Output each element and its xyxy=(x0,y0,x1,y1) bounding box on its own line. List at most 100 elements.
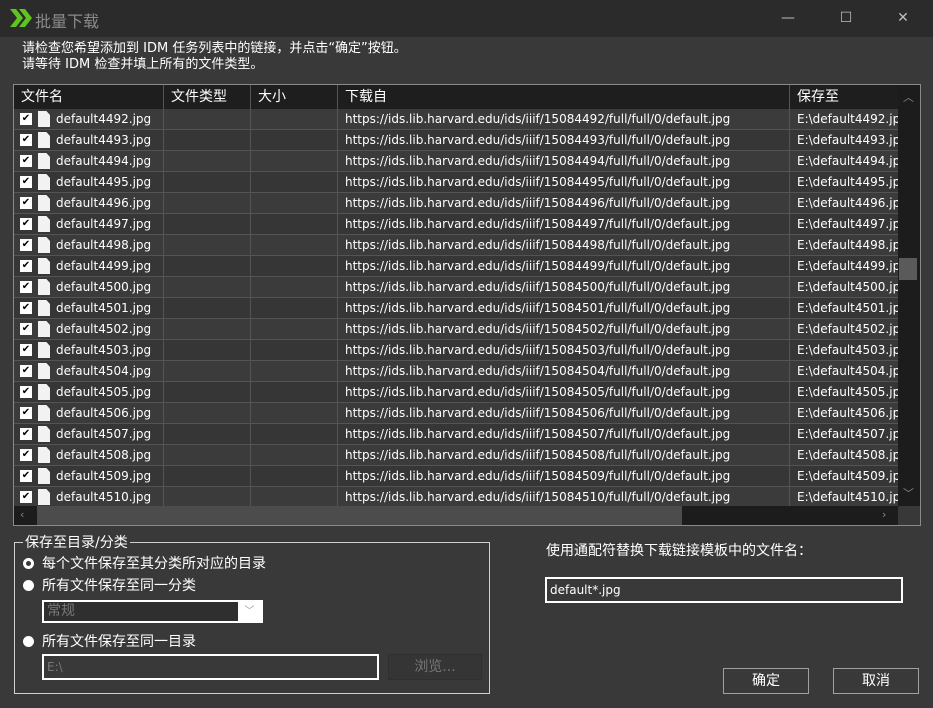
radio-same-dir[interactable]: 所有文件保存至同一目录 xyxy=(23,631,196,651)
file-icon xyxy=(38,174,50,190)
radio-same-category[interactable]: 所有文件保存至同一分类 xyxy=(23,575,196,595)
filetype-cell xyxy=(164,361,251,381)
table-row[interactable]: ✔ default4500.jpg https://ids.lib.harvard.… xyxy=(14,277,898,298)
filename-cell: ✔ default4505.jpg xyxy=(14,382,164,402)
instruction-line: 请检查您希望添加到 IDM 任务列表中的链接，并点击“确定”按钮。 xyxy=(22,41,407,56)
filetype-cell xyxy=(164,235,251,255)
row-checkbox[interactable]: ✔ xyxy=(20,218,32,230)
browse-button[interactable]: 浏览... xyxy=(388,654,482,680)
table-row[interactable]: ✔ default4507.jpg https://ids.lib.harvard.… xyxy=(14,424,898,445)
column-header-size[interactable]: 大小 xyxy=(251,85,338,109)
minimize-button[interactable]: — xyxy=(765,4,811,32)
file-icon xyxy=(38,279,50,295)
row-checkbox[interactable]: ✔ xyxy=(20,386,32,398)
row-checkbox[interactable]: ✔ xyxy=(20,344,32,356)
url-cell: https://ids.lib.harvard.edu/ids/iiif/150… xyxy=(338,235,790,255)
filename: default4501.jpg xyxy=(56,301,152,315)
row-checkbox[interactable]: ✔ xyxy=(20,176,32,188)
wildcard-input[interactable]: default*.jpg xyxy=(545,577,903,603)
column-header-save-to[interactable]: 保存至 xyxy=(790,85,898,109)
table-row[interactable]: ✔ default4496.jpg https://ids.lib.harvard.… xyxy=(14,193,898,214)
row-checkbox[interactable]: ✔ xyxy=(20,155,32,167)
table-row[interactable]: ✔ default4498.jpg https://ids.lib.harvard.… xyxy=(14,235,898,256)
row-checkbox[interactable]: ✔ xyxy=(20,428,32,440)
filename: default4494.jpg xyxy=(56,154,152,168)
instruction-line: 请等待 IDM 检查并填上所有的文件类型。 xyxy=(22,57,264,72)
filetype-cell xyxy=(164,298,251,318)
row-checkbox[interactable]: ✔ xyxy=(20,323,32,335)
file-icon xyxy=(38,342,50,358)
table-row[interactable]: ✔ default4492.jpg https://ids.lib.harvard.… xyxy=(14,109,898,130)
horizontal-scrollbar[interactable]: ‹ › xyxy=(14,506,898,525)
scroll-left-icon[interactable]: ‹ xyxy=(20,508,24,521)
table-row[interactable]: ✔ default4508.jpg https://ids.lib.harvard.… xyxy=(14,445,898,466)
table-row[interactable]: ✔ default4495.jpg https://ids.lib.harvard.… xyxy=(14,172,898,193)
file-icon xyxy=(38,111,50,127)
filename: default4493.jpg xyxy=(56,133,152,147)
chevron-down-icon[interactable]: ﹀ xyxy=(238,602,261,621)
row-checkbox[interactable]: ✔ xyxy=(20,281,32,293)
table-row[interactable]: ✔ default4505.jpg https://ids.lib.harvard.… xyxy=(14,382,898,403)
table-row[interactable]: ✔ default4504.jpg https://ids.lib.harvard.… xyxy=(14,361,898,382)
table-row[interactable]: ✔ default4499.jpg https://ids.lib.harvard.… xyxy=(14,256,898,277)
save-to-group-label: 保存至目录/分类 xyxy=(23,532,130,552)
row-checkbox[interactable]: ✔ xyxy=(20,134,32,146)
row-checkbox[interactable]: ✔ xyxy=(20,491,32,503)
file-icon xyxy=(38,216,50,232)
table-row[interactable]: ✔ default4501.jpg https://ids.lib.harvard.… xyxy=(14,298,898,319)
column-header-filetype[interactable]: 文件类型 xyxy=(164,85,251,109)
radio-label: 所有文件保存至同一分类 xyxy=(42,578,196,594)
scroll-down-icon[interactable]: ﹀ xyxy=(903,485,914,501)
scroll-up-icon[interactable]: ︿ xyxy=(903,89,914,105)
filename-cell: ✔ default4493.jpg xyxy=(14,130,164,150)
directory-input[interactable]: E:\ xyxy=(42,654,379,680)
row-checkbox[interactable]: ✔ xyxy=(20,113,32,125)
filename: default4507.jpg xyxy=(56,427,152,441)
cancel-button[interactable]: 取消 xyxy=(833,668,919,694)
column-header-filename[interactable]: 文件名 xyxy=(14,85,164,109)
row-checkbox[interactable]: ✔ xyxy=(20,260,32,272)
row-checkbox[interactable]: ✔ xyxy=(20,365,32,377)
table-row[interactable]: ✔ default4494.jpg https://ids.lib.harvard.… xyxy=(14,151,898,172)
maximize-button[interactable]: ☐ xyxy=(823,4,869,32)
close-button[interactable]: ✕ xyxy=(880,4,926,32)
table-row[interactable]: ✔ default4506.jpg https://ids.lib.harvard.… xyxy=(14,403,898,424)
horizontal-scroll-thumb[interactable] xyxy=(37,506,682,525)
row-checkbox[interactable]: ✔ xyxy=(20,302,32,314)
save-to-cell: E:\default4504.jpg xyxy=(797,364,898,378)
row-checkbox[interactable]: ✔ xyxy=(20,470,32,482)
column-header-url[interactable]: 下载自 xyxy=(338,85,790,109)
filetype-cell xyxy=(164,466,251,486)
save-to-cell: E:\default4496.jpg xyxy=(797,196,898,210)
size-cell xyxy=(251,256,338,276)
filetype-cell xyxy=(164,172,251,192)
scroll-right-icon[interactable]: › xyxy=(882,508,886,521)
category-select[interactable]: 常规 ﹀ xyxy=(42,600,263,623)
row-checkbox[interactable]: ✔ xyxy=(20,197,32,209)
idm-logo-icon xyxy=(10,9,32,27)
save-to-cell: E:\default4508.jpg xyxy=(797,448,898,462)
filename-cell: ✔ default4502.jpg xyxy=(14,319,164,339)
save-to-cell: E:\default4498.jpg xyxy=(797,238,898,252)
save-to-cell: E:\default4499.jpg xyxy=(797,259,898,273)
row-checkbox[interactable]: ✔ xyxy=(20,449,32,461)
url-cell: https://ids.lib.harvard.edu/ids/iiif/150… xyxy=(338,109,790,129)
save-to-cell: E:\default4503.jpg xyxy=(797,343,898,357)
row-checkbox[interactable]: ✔ xyxy=(20,239,32,251)
table-row[interactable]: ✔ default4510.jpg https://ids.lib.harvard.… xyxy=(14,487,898,506)
table-row[interactable]: ✔ default4497.jpg https://ids.lib.harvard.… xyxy=(14,214,898,235)
vertical-scrollbar[interactable]: ︿ ﹀ xyxy=(898,85,920,506)
radio-label: 所有文件保存至同一目录 xyxy=(42,634,196,650)
url-cell: https://ids.lib.harvard.edu/ids/iiif/150… xyxy=(338,487,790,506)
save-to-cell: E:\default4501.jpg xyxy=(797,301,898,315)
size-cell xyxy=(251,361,338,381)
row-checkbox[interactable]: ✔ xyxy=(20,407,32,419)
vertical-scroll-thumb[interactable] xyxy=(899,258,917,280)
table-row[interactable]: ✔ default4503.jpg https://ids.lib.harvard.… xyxy=(14,340,898,361)
table-row[interactable]: ✔ default4502.jpg https://ids.lib.harvard.… xyxy=(14,319,898,340)
table-row[interactable]: ✔ default4509.jpg https://ids.lib.harvard.… xyxy=(14,466,898,487)
table-row[interactable]: ✔ default4493.jpg https://ids.lib.harvard.… xyxy=(14,130,898,151)
radio-category-dir[interactable]: 每个文件保存至其分类所对应的目录 xyxy=(23,553,266,573)
ok-button[interactable]: 确定 xyxy=(723,668,809,694)
radio-label: 每个文件保存至其分类所对应的目录 xyxy=(42,556,266,572)
